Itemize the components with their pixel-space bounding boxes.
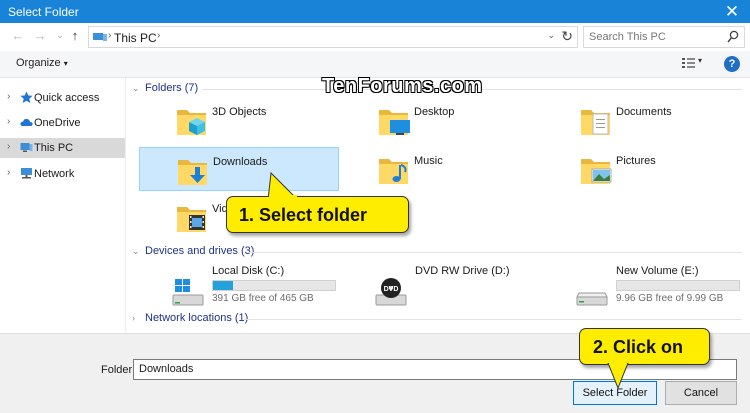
chevron-right-icon[interactable]: › <box>132 313 135 323</box>
callout-pointer <box>607 363 629 389</box>
folder-desktop[interactable]: Desktop <box>341 98 541 142</box>
group-divider <box>247 252 742 253</box>
sidebar-item-label: This PC <box>34 142 74 154</box>
sidebar-item-this-pc[interactable]: › This PC <box>0 138 125 158</box>
folder-pictures[interactable]: Pictures <box>543 147 743 191</box>
folder-field-label: Folder: <box>101 364 136 376</box>
callout-joint <box>269 195 297 198</box>
svg-text:DVD: DVD <box>384 286 399 293</box>
organize-button[interactable]: Organize ▾ <box>16 57 68 69</box>
folder-documents[interactable]: Documents <box>543 98 743 142</box>
navigation-bar: ← → ⌄ ↑ › This PC › ⌄ ↻ Search This PC <box>0 23 750 51</box>
address-bar[interactable]: › This PC › ⌄ ↻ <box>88 26 578 48</box>
computer-icon <box>93 33 107 41</box>
documents-folder-icon <box>581 110 610 135</box>
sidebar-item-label: Quick access <box>34 92 100 104</box>
drive-local-disk-c[interactable]: Local Disk (C:) 391 GB free of 465 GB <box>127 265 336 315</box>
sidebar-item-network[interactable]: › Network <box>0 164 125 184</box>
cancel-button[interactable]: Cancel <box>665 381 737 405</box>
sidebar-item-label: OneDrive <box>34 117 81 129</box>
title-bar: Select Folder ✕ <box>0 0 750 23</box>
command-toolbar: Organize ▾ ▾ ? <box>0 51 750 78</box>
content-pane: ⌄ Folders (7) 3D Objects Desktop Documen… <box>126 78 750 333</box>
folder-label: Pictures <box>616 155 656 167</box>
drive-free-space: 391 GB free of 465 GB <box>212 293 314 304</box>
videos-folder-icon <box>177 207 206 232</box>
chevron-down-icon[interactable]: ⌄ <box>132 83 140 94</box>
forward-arrow-icon[interactable]: → <box>32 28 48 44</box>
sidebar-item-label: Network <box>34 168 75 180</box>
callout-text: 1. Select folder <box>239 205 368 225</box>
search-box[interactable]: Search This PC <box>583 26 745 48</box>
folder-downloads[interactable]: Downloads <box>139 147 339 191</box>
change-view-icon[interactable] <box>682 57 696 70</box>
sidebar-item-onedrive[interactable]: › OneDrive <box>0 113 125 133</box>
group-header-network[interactable]: › Network locations (1) <box>132 312 744 328</box>
star-icon <box>20 91 33 103</box>
callout-select-folder: 1. Select folder <box>226 196 409 233</box>
folder-3d-objects[interactable]: 3D Objects <box>139 98 339 142</box>
sidebar-item-quick-access[interactable]: › Quick access <box>0 88 125 108</box>
drive-new-volume-e[interactable]: New Volume (E:) 9.96 GB free of 9.99 GB <box>531 265 740 315</box>
folder-label: Documents <box>616 106 672 118</box>
cloud-icon <box>20 118 33 126</box>
dvd-drive-icon: DVD <box>375 278 407 306</box>
group-label: Devices and drives (3) <box>145 245 255 257</box>
computer-icon <box>20 143 33 152</box>
up-arrow-icon[interactable]: ↑ <box>67 28 83 44</box>
group-divider <box>244 319 742 320</box>
watermark: TenForums.com <box>322 75 483 97</box>
downloads-folder-icon <box>178 160 207 185</box>
pictures-folder-icon <box>581 159 612 184</box>
chevron-right-icon[interactable]: › <box>7 167 10 178</box>
navigation-pane: › Quick access › OneDrive › This PC › Ne… <box>0 78 126 333</box>
drive-dvd-rw-d[interactable]: DVD DVD RW Drive (D:) <box>330 265 530 315</box>
callout-click-on: 2. Click on <box>579 328 710 365</box>
chevron-right-icon[interactable]: › <box>7 116 10 127</box>
recent-locations-icon[interactable]: ⌄ <box>52 28 68 44</box>
close-icon[interactable]: ✕ <box>714 0 750 23</box>
group-header-devices[interactable]: ⌄ Devices and drives (3) <box>132 245 744 261</box>
back-arrow-icon[interactable]: ← <box>10 28 26 44</box>
network-icon <box>21 168 32 179</box>
3d-objects-folder-icon <box>177 110 206 135</box>
chevron-right-icon[interactable]: › <box>7 91 10 102</box>
chevron-down-icon: ▾ <box>63 59 68 68</box>
desktop-folder-icon <box>379 110 410 135</box>
folder-label: Desktop <box>414 106 455 118</box>
music-folder-icon <box>379 159 408 184</box>
view-options-chevron-icon[interactable]: ▾ <box>698 56 702 65</box>
chevron-down-icon[interactable]: ⌄ <box>132 246 140 257</box>
folder-label: Music <box>414 155 443 167</box>
group-label: Folders (7) <box>145 82 199 94</box>
search-input[interactable]: Search This PC <box>589 31 666 43</box>
drive-usage-fill <box>213 281 233 290</box>
drive-usage-bar <box>212 280 336 291</box>
windows-drive-icon <box>172 279 204 306</box>
drive-usage-bar <box>616 280 740 291</box>
folder-label: Downloads <box>213 156 268 168</box>
callout-text: 2. Click on <box>593 337 684 357</box>
folder-music[interactable]: Music <box>341 147 541 191</box>
drive-free-space: 9.96 GB free of 9.99 GB <box>616 293 724 304</box>
window-title: Select Folder <box>8 5 79 19</box>
breadcrumb-separator-icon[interactable]: › <box>157 30 160 41</box>
drive-name: DVD RW Drive (D:) <box>415 265 510 277</box>
breadcrumb-separator-icon: › <box>108 30 112 41</box>
help-icon[interactable]: ? <box>724 56 740 72</box>
breadcrumb-this-pc[interactable]: This PC <box>114 31 157 45</box>
group-label: Network locations (1) <box>145 312 249 324</box>
chevron-right-icon[interactable]: › <box>7 141 10 152</box>
drive-name: Local Disk (C:) <box>212 265 285 277</box>
folder-label: 3D Objects <box>212 106 267 118</box>
search-icon[interactable] <box>727 30 739 44</box>
chevron-down-icon[interactable]: ⌄ <box>547 30 555 41</box>
hard-drive-icon <box>576 292 608 306</box>
refresh-icon[interactable]: ↻ <box>561 28 573 45</box>
folder-name-value: Downloads <box>139 363 194 375</box>
organize-label: Organize <box>16 57 61 69</box>
drive-name: New Volume (E:) <box>616 265 699 277</box>
